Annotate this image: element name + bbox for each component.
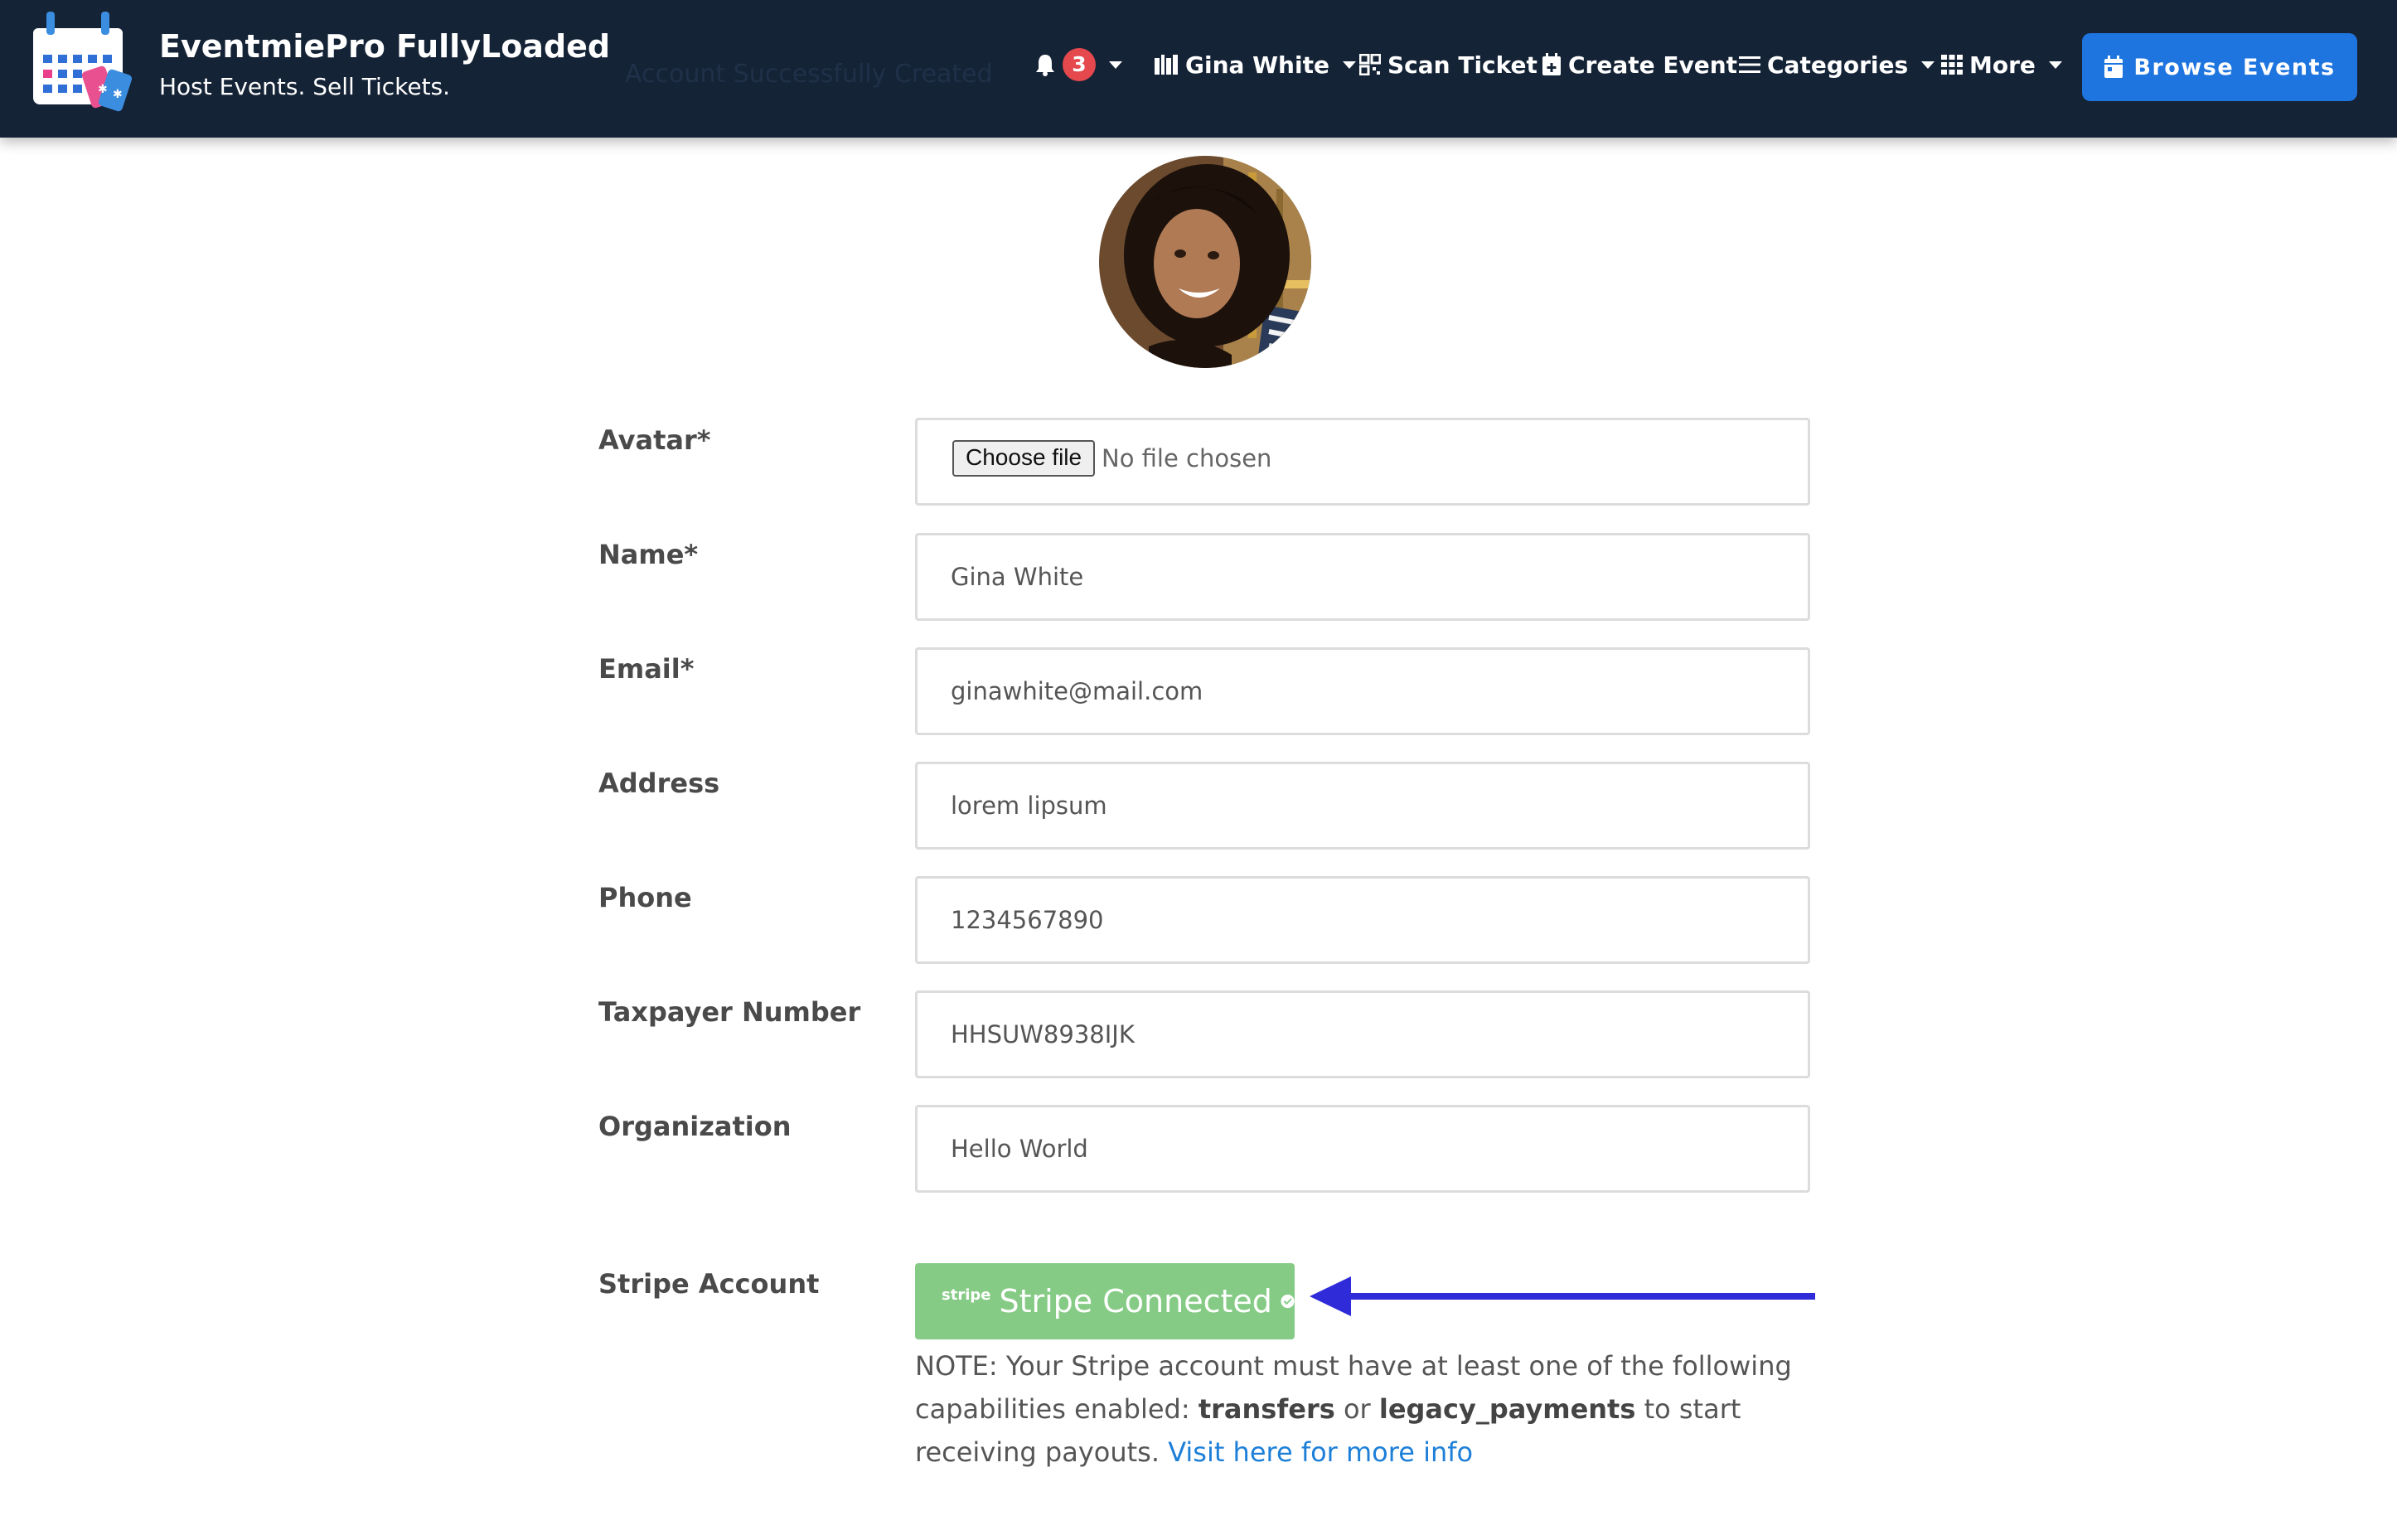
calendar-icon <box>2104 56 2123 78</box>
chevron-down-icon <box>1342 61 1356 69</box>
stripe-connected-label: Stripe Connected <box>999 1283 1272 1320</box>
organization-field[interactable]: Hello World <box>915 1105 1810 1193</box>
name-field[interactable]: Gina White <box>915 533 1810 621</box>
stripe-account-label: Stripe Account <box>598 1268 820 1300</box>
account-created-message: Account Successfully Created <box>625 60 993 89</box>
stripe-connected-button[interactable]: stripe Stripe Connected <box>915 1263 1295 1339</box>
categories-label: Categories <box>1767 51 1909 79</box>
taxpayer-number-value: HHSUW8938IJK <box>951 1020 1135 1048</box>
categories-dropdown[interactable]: Categories <box>1739 48 1935 81</box>
address-label: Address <box>598 768 720 799</box>
note-or: or <box>1334 1393 1379 1425</box>
calendar-tickets-logo-icon[interactable]: ✱ ✱ <box>31 10 139 118</box>
annotation-arrow-icon <box>1310 1276 1815 1316</box>
check-circle-icon <box>1281 1294 1295 1309</box>
notifications-dropdown[interactable]: 3 <box>1034 48 1122 81</box>
capability-transfers: transfers <box>1198 1393 1335 1425</box>
phone-field[interactable]: 1234567890 <box>915 876 1810 964</box>
bell-icon <box>1036 55 1054 76</box>
more-dropdown[interactable]: More <box>1941 48 2062 81</box>
chevron-down-icon <box>1921 61 1935 69</box>
profile-avatar-image <box>1099 156 1311 368</box>
avatar-label: Avatar* <box>598 424 711 456</box>
stripe-capabilities-note: NOTE: Your Stripe account must have at l… <box>915 1344 1835 1474</box>
stripe-logo-text: stripe <box>942 1286 991 1304</box>
calendar-plus-icon <box>1542 53 1561 75</box>
user-menu-label: Gina White <box>1185 51 1329 79</box>
taxpayer-number-label: Taxpayer Number <box>598 996 861 1028</box>
browse-events-label: Browse Events <box>2133 54 2336 80</box>
choose-file-button[interactable]: Choose file <box>952 440 1096 477</box>
capability-legacy-payments: legacy_payments <box>1378 1393 1636 1425</box>
notification-count-badge: 3 <box>1063 48 1096 81</box>
more-label: More <box>1969 51 2036 79</box>
scan-ticket-label: Scan Ticket <box>1387 51 1537 79</box>
brand-tagline: Host Events. Sell Tickets. <box>159 73 451 100</box>
svg-text:✱: ✱ <box>98 83 108 96</box>
browse-events-button[interactable]: Browse Events <box>2082 33 2357 101</box>
create-event-label: Create Event <box>1568 51 1738 79</box>
user-icon <box>1155 55 1178 75</box>
more-info-link[interactable]: Visit here for more info <box>1168 1436 1473 1468</box>
organization-value: Hello World <box>951 1135 1088 1163</box>
chevron-down-icon <box>2048 61 2062 69</box>
bars-icon <box>1739 56 1760 73</box>
organization-label: Organization <box>598 1111 792 1142</box>
address-field[interactable]: lorem lipsum <box>915 762 1810 850</box>
phone-value: 1234567890 <box>951 906 1104 934</box>
svg-text:✱: ✱ <box>113 88 123 101</box>
navbar: ✱ ✱ EventmiePro FullyLoaded Host Events.… <box>0 0 2397 138</box>
avatar-file-input[interactable]: Choose file No file chosen <box>915 418 1810 506</box>
taxpayer-number-field[interactable]: HHSUW8938IJK <box>915 990 1810 1078</box>
chevron-down-icon <box>1109 61 1122 69</box>
create-event-link[interactable]: Create Event <box>1542 48 1737 81</box>
email-label: Email* <box>598 653 695 685</box>
user-menu-dropdown[interactable]: Gina White <box>1154 48 1356 81</box>
email-field[interactable]: ginawhite@mail.com <box>915 647 1810 735</box>
grid-icon <box>1941 55 1963 75</box>
phone-label: Phone <box>598 882 692 913</box>
name-label: Name* <box>598 539 699 570</box>
brand-title[interactable]: EventmiePro FullyLoaded <box>159 28 610 65</box>
name-value: Gina White <box>951 563 1084 591</box>
address-value: lorem lipsum <box>951 792 1107 820</box>
email-value: ginawhite@mail.com <box>951 677 1203 705</box>
scan-ticket-link[interactable]: Scan Ticket <box>1359 48 1537 81</box>
qrcode-icon <box>1359 54 1381 75</box>
file-status-text: No file chosen <box>1102 444 1272 472</box>
